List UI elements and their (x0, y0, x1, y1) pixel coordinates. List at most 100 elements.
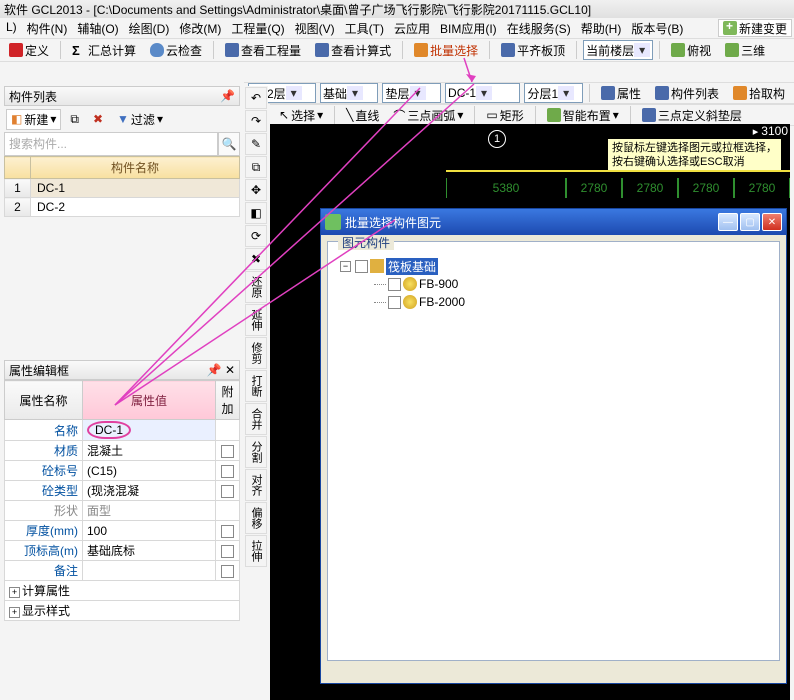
sum-button[interactable]: 汇总计算 (67, 40, 141, 61)
checkbox[interactable] (221, 525, 234, 538)
expand-icon[interactable]: + (9, 607, 20, 618)
menu-item[interactable]: 视图(V) (291, 19, 339, 37)
prop-row[interactable]: 顶标高(m)基础底标 (5, 541, 240, 561)
menu-item[interactable]: 云应用 (390, 19, 434, 37)
line-tool[interactable]: ╲直线 (341, 105, 384, 126)
cloud-check-button[interactable]: 云检查 (145, 40, 207, 61)
menu-item[interactable]: 帮助(H) (577, 19, 626, 37)
pval[interactable]: 基础底标 (83, 541, 216, 561)
overlook-button[interactable]: 俯视 (666, 40, 716, 61)
col-propval[interactable]: 属性值 (83, 381, 216, 420)
checkbox[interactable] (221, 445, 234, 458)
filter-button[interactable]: ▼过滤▾ (112, 109, 168, 130)
3d-button[interactable]: 三维 (720, 40, 770, 61)
split-tool[interactable]: 分割 (245, 436, 267, 468)
checkbox[interactable] (388, 278, 401, 291)
prop-row[interactable]: 砼类型(现浇混凝 (5, 481, 240, 501)
subfloor-select[interactable]: 分层1▾ (524, 83, 583, 103)
menu-item[interactable]: 在线服务(S) (503, 19, 575, 37)
new-component-button[interactable]: ◧ 新建 ▾ (6, 109, 61, 130)
prop-row-expand[interactable]: +显示样式 (5, 601, 240, 621)
stretch-tool[interactable]: 拉伸 (245, 535, 267, 567)
balance-button[interactable]: 平齐板顶 (496, 40, 570, 61)
tree-leaf[interactable]: FB-900 (374, 275, 773, 293)
prop-row[interactable]: 形状面型 (5, 501, 240, 521)
view-qty-button[interactable]: 查看工程量 (220, 40, 306, 61)
pval[interactable]: (C15) (83, 461, 216, 481)
checkbox[interactable] (221, 565, 234, 578)
tool-btn[interactable]: ◧ (245, 202, 267, 224)
props-button[interactable]: 属性 (596, 83, 646, 104)
extend-tool[interactable]: 延伸 (245, 304, 267, 336)
tool-btn[interactable]: ↶ (245, 87, 267, 109)
slope3-tool[interactable]: 三点定义斜垫层 (637, 105, 747, 126)
pick-button[interactable]: 拾取构 (728, 83, 790, 104)
prop-row-expand[interactable]: +计算属性 (5, 581, 240, 601)
tool-btn[interactable]: ↷ (245, 110, 267, 132)
tool-btn[interactable]: ⟳ (245, 225, 267, 247)
component-select[interactable]: DC-1▾ (445, 83, 520, 103)
floor-combo[interactable]: 当前楼层▾ (583, 40, 653, 60)
col-extra[interactable]: 附加 (216, 381, 240, 420)
pin-icon[interactable]: 📌 (220, 89, 235, 103)
rect-tool[interactable]: ▭矩形 (481, 105, 528, 126)
collapse-icon[interactable]: − (340, 261, 351, 272)
restore-tool[interactable]: 还原 (245, 271, 267, 303)
expand-icon[interactable]: + (9, 587, 20, 598)
prop-row[interactable]: 名称DC-1 (5, 420, 240, 441)
pin-icon[interactable]: 📌 (207, 363, 222, 377)
smart-tool[interactable]: 智能布置▾ (542, 105, 624, 126)
break-tool[interactable]: 打断 (245, 370, 267, 402)
batch-select-button[interactable]: 批量选择 (409, 40, 483, 61)
checkbox[interactable] (355, 260, 368, 273)
menu-item[interactable]: BIM应用(I) (436, 19, 501, 37)
category-select[interactable]: 基础▾ (320, 83, 379, 103)
menu-item[interactable]: 工程量(Q) (227, 19, 288, 37)
maximize-button[interactable]: ▢ (740, 213, 760, 231)
tool-btn[interactable]: ⧉ (245, 156, 267, 178)
col-name[interactable]: 构件名称 (31, 157, 240, 179)
close-icon[interactable]: ✕ (225, 363, 235, 377)
table-row[interactable]: 2DC-2 (5, 198, 240, 217)
col-propname[interactable]: 属性名称 (5, 381, 83, 420)
arc3-tool[interactable]: ⌒三点画弧▾ (388, 105, 468, 126)
menu-item[interactable]: 辅轴(O) (73, 19, 122, 37)
tool-btn[interactable]: ✥ (245, 179, 267, 201)
pval[interactable]: 100 (83, 521, 216, 541)
offset-tool[interactable]: 偏移 (245, 502, 267, 534)
menu-item[interactable]: 绘图(D) (125, 19, 174, 37)
menu-item[interactable]: L) (2, 19, 21, 37)
menu-item[interactable]: 版本号(B) (627, 19, 687, 37)
menu-item[interactable]: 工具(T) (341, 19, 388, 37)
prop-row[interactable]: 备注 (5, 561, 240, 581)
subcat-select[interactable]: 垫层▾ (382, 83, 441, 103)
tool-btn[interactable]: ✎ (245, 133, 267, 155)
tree-root[interactable]: − 筏板基础 (340, 257, 773, 275)
new-change-button[interactable]: 新建变更 (718, 19, 792, 37)
view-calc-button[interactable]: 查看计算式 (310, 40, 396, 61)
prop-row[interactable]: 厚度(mm)100 (5, 521, 240, 541)
select-tool[interactable]: ↖选择▾ (274, 105, 328, 126)
prop-row[interactable]: 材质混凝土 (5, 441, 240, 461)
comp-list-button[interactable]: 构件列表 (650, 83, 724, 104)
menu-item[interactable]: 修改(M) (175, 19, 225, 37)
pval[interactable]: (现浇混凝 (83, 481, 216, 501)
copy-button[interactable]: ⧉ (65, 110, 84, 129)
align-tool[interactable]: 对齐 (245, 469, 267, 501)
checkbox[interactable] (221, 465, 234, 478)
checkbox[interactable] (221, 485, 234, 498)
pval[interactable]: 混凝土 (83, 441, 216, 461)
checkbox[interactable] (388, 296, 401, 309)
table-row[interactable]: 1DC-1 (5, 179, 240, 198)
search-button[interactable]: 🔍 (218, 132, 240, 156)
close-button[interactable]: ✕ (762, 213, 782, 231)
search-input[interactable]: 搜索构件... (4, 132, 218, 156)
prop-row[interactable]: 砼标号(C15) (5, 461, 240, 481)
define-button[interactable]: 定义 (4, 40, 54, 61)
menu-item[interactable]: 构件(N) (23, 19, 72, 37)
pval[interactable]: DC-1 (83, 420, 216, 441)
pval[interactable] (83, 561, 216, 581)
tool-btn[interactable]: ✖ (245, 248, 267, 270)
tree-leaf[interactable]: FB-2000 (374, 293, 773, 311)
checkbox[interactable] (221, 545, 234, 558)
